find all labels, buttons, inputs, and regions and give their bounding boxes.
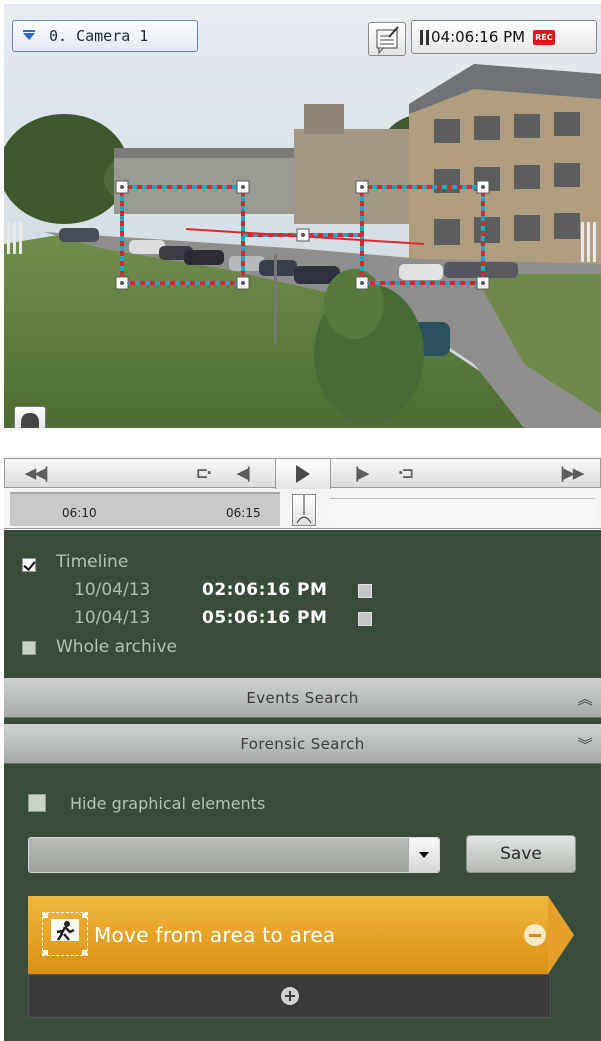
add-rule-row[interactable] [28,974,551,1018]
rec-badge: REC [533,29,555,45]
rule-arrow-tip [548,896,574,974]
note-edit-icon [376,26,399,55]
whole-archive-checkbox[interactable] [22,641,36,655]
step-forward-icon[interactable]: |▶ [349,459,373,487]
start-date[interactable]: 10/04/13 [74,580,150,600]
camera-view[interactable]: 0. Camera 1 04:06:16 PM REC [4,4,601,428]
calendar-icon[interactable] [358,584,372,598]
plus-icon[interactable] [280,987,299,1005]
events-search-header[interactable]: Events Search ︽ [4,678,601,718]
skip-to-end-icon[interactable]: |▶▶ [555,459,587,487]
forensic-search-window: 0. Camera 1 04:06:16 PM REC ◀◀| ⊏· ◀| |▶… [0,0,601,1041]
hide-graphics-label: Hide graphical elements [70,794,266,813]
step-back-icon[interactable]: ◀| [231,459,255,487]
current-time: 04:06:16 PM [431,28,526,46]
rule-label: Move from area to area [94,923,336,947]
search-panel: Timeline 10/04/13 02:06:16 PM 10/04/13 0… [4,530,601,1041]
events-search-title: Events Search [246,688,359,707]
skip-to-start-icon[interactable]: ◀◀| [21,459,51,487]
calendar-icon[interactable] [358,612,372,626]
playback-controls: ◀◀| ⊏· ◀| |▶ ·⊐ |▶▶ [4,458,601,489]
save-button[interactable]: Save [466,835,576,873]
start-time[interactable]: 02:06:16 PM [202,580,327,600]
timeline-checkbox[interactable] [22,558,36,572]
tick-label: 06:15 [226,506,261,520]
end-date[interactable]: 10/04/13 [74,608,150,628]
play-button[interactable] [275,459,331,489]
timeline-label: Timeline [56,552,129,572]
rule-item[interactable]: Move from area to area [28,896,574,974]
remove-rule-button[interactable] [524,924,546,946]
alarm-button[interactable] [14,406,46,428]
camera-selector[interactable]: 0. Camera 1 [12,20,198,52]
dropdown-arrow-icon[interactable] [408,838,439,872]
hide-graphics-checkbox[interactable] [28,794,46,812]
walking-person-icon [42,912,88,956]
forensic-search-title: Forensic Search [240,734,365,753]
camera-name: 0. Camera 1 [49,27,149,45]
chevron-double-up-icon[interactable]: ︽ [578,688,593,709]
pause-icon[interactable] [420,29,429,45]
preset-select[interactable] [28,837,440,873]
minus-icon [529,933,541,937]
tick-label: 06:10 [62,506,97,520]
end-time[interactable]: 05:06:16 PM [202,608,327,628]
playback-bar: ◀◀| ⊏· ◀| |▶ ·⊐ |▶▶ 06:10 06:15 [4,456,601,529]
dropdown-triangle-icon [23,29,35,40]
timeline-ruler[interactable]: 06:10 06:15 [4,492,601,527]
timeline-position-marker[interactable] [292,494,316,526]
note-edit-button[interactable] [368,22,406,56]
playback-time[interactable]: 04:06:16 PM REC [411,20,597,54]
forensic-search-header[interactable]: Forensic Search ︾ [4,724,601,764]
chevron-double-down-icon[interactable]: ︾ [578,734,593,755]
play-icon [296,465,310,483]
camera-video-frame [4,4,601,428]
frame-forward-end-icon[interactable]: ·⊐ [393,459,417,487]
frame-back-end-icon[interactable]: ⊏· [191,459,215,487]
alarm-bell-icon [21,413,39,428]
whole-archive-label: Whole archive [56,637,177,657]
timeline-future [330,498,595,527]
